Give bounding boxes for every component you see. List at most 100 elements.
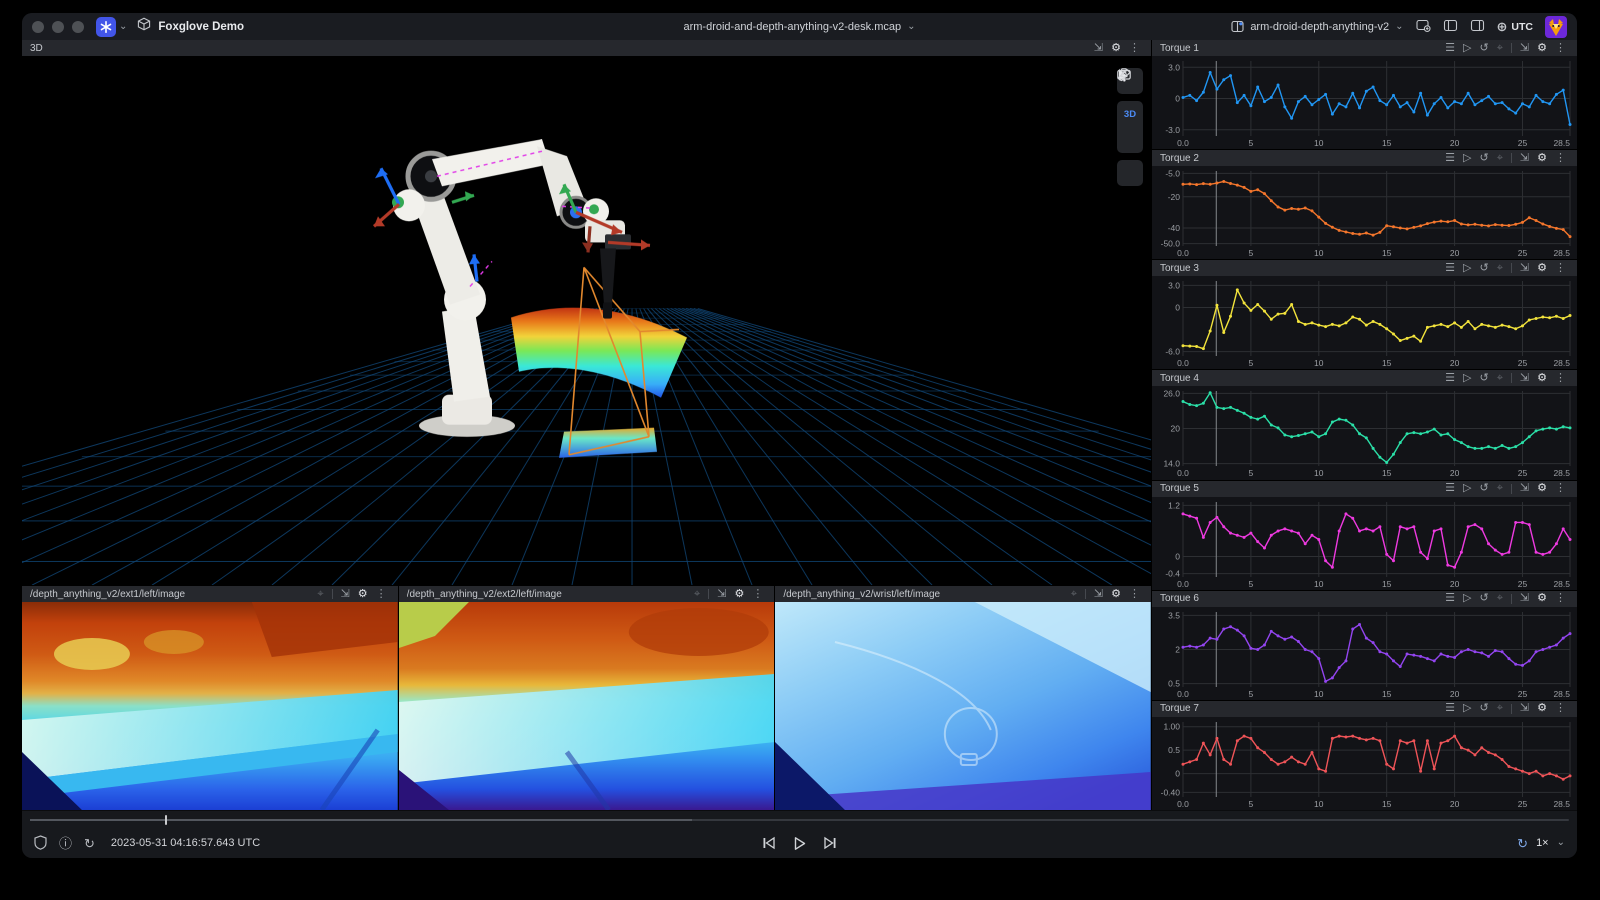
data-source-status-button[interactable]: [34, 835, 47, 852]
legend-icon[interactable]: ☰: [1442, 483, 1458, 494]
plot-canvas[interactable]: 1.20-0.40.051015202528.5: [1152, 497, 1577, 590]
user-avatar[interactable]: [1545, 16, 1567, 38]
play-icon[interactable]: ▷: [1460, 483, 1474, 494]
restore-icon[interactable]: ↺: [1476, 43, 1491, 54]
3d-mode-button[interactable]: 3D: [1117, 101, 1143, 127]
fullscreen-icon[interactable]: ⇲: [1517, 703, 1532, 714]
3d-viewport[interactable]: 3D: [22, 56, 1151, 585]
legend-icon[interactable]: ☰: [1442, 373, 1458, 384]
left-sidebar-toggle[interactable]: [1443, 19, 1458, 35]
fullscreen-icon[interactable]: ⇲: [1517, 263, 1532, 274]
fullscreen-icon[interactable]: ⇲: [1517, 593, 1532, 604]
more-icon[interactable]: ⋮: [1126, 589, 1143, 600]
plot-canvas[interactable]: -5.0-20-40-50.00.051015202528.5: [1152, 166, 1577, 259]
restore-icon[interactable]: ↺: [1476, 153, 1491, 164]
crosshair-icon[interactable]: ⌖: [1068, 589, 1080, 600]
timeline-scrubber[interactable]: [22, 810, 1577, 828]
crosshair-icon[interactable]: ⌖: [691, 589, 703, 600]
chevron-down-icon[interactable]: ⌄: [1557, 838, 1565, 848]
play-icon[interactable]: ▷: [1460, 153, 1474, 164]
crosshair-icon[interactable]: ⌖: [1494, 593, 1506, 604]
crosshair-icon[interactable]: ⌖: [314, 589, 326, 600]
more-icon[interactable]: ⋮: [1552, 593, 1569, 604]
depth-image-ext2[interactable]: [399, 602, 775, 810]
settings-icon[interactable]: ⚙: [1534, 593, 1550, 604]
right-sidebar-toggle[interactable]: [1470, 19, 1485, 35]
settings-icon[interactable]: ⚙: [731, 589, 747, 600]
more-icon[interactable]: ⋮: [1552, 703, 1569, 714]
play-icon[interactable]: ▷: [1460, 43, 1474, 54]
settings-icon[interactable]: ⚙: [1108, 589, 1124, 600]
settings-icon[interactable]: ⚙: [1534, 263, 1550, 274]
seek-forward-button[interactable]: [823, 836, 837, 850]
crosshair-icon[interactable]: ⌖: [1494, 263, 1506, 274]
fullscreen-icon[interactable]: ⇲: [1517, 43, 1532, 54]
fullscreen-icon[interactable]: ⇲: [714, 589, 729, 600]
plot-canvas[interactable]: 3.00-6.00.051015202528.5: [1152, 276, 1577, 369]
crosshair-icon[interactable]: ⌖: [1494, 703, 1506, 714]
legend-icon[interactable]: ☰: [1442, 153, 1458, 164]
repeat-button[interactable]: ↻: [84, 837, 95, 850]
data-source-name[interactable]: arm-droid-and-depth-anything-v2-desk.mca…: [683, 21, 901, 33]
crosshair-icon[interactable]: ⌖: [1494, 153, 1506, 164]
timezone-selector[interactable]: ⊕ UTC: [1497, 20, 1534, 33]
depth-image-ext1[interactable]: [22, 602, 398, 810]
seek-backward-button[interactable]: [762, 836, 776, 850]
settings-icon[interactable]: ⚙: [1534, 153, 1550, 164]
problems-info-button[interactable]: ⓘ: [59, 837, 72, 850]
restore-icon[interactable]: ↺: [1476, 373, 1491, 384]
fullscreen-icon[interactable]: ⇲: [1091, 589, 1106, 600]
play-icon[interactable]: ▷: [1460, 263, 1474, 274]
measure-tool-button[interactable]: [1117, 127, 1143, 153]
settings-icon[interactable]: ⚙: [1534, 43, 1550, 54]
plot-canvas[interactable]: 1.000.50-0.400.051015202528.5: [1152, 717, 1577, 810]
maximize-window-button[interactable]: [72, 21, 84, 33]
legend-icon[interactable]: ☰: [1442, 263, 1458, 274]
close-window-button[interactable]: [32, 21, 44, 33]
restore-icon[interactable]: ↺: [1476, 483, 1491, 494]
depth-image-wrist[interactable]: [775, 602, 1151, 810]
add-panel-button[interactable]: [1416, 19, 1431, 35]
app-menu-button[interactable]: ⌄: [96, 17, 127, 37]
plot-canvas[interactable]: 3.520.50.051015202528.5: [1152, 607, 1577, 700]
timeline-track[interactable]: [30, 819, 1569, 821]
fullscreen-icon[interactable]: ⇲: [1091, 43, 1106, 54]
settings-icon[interactable]: ⚙: [1534, 703, 1550, 714]
more-icon[interactable]: ⋮: [373, 589, 390, 600]
play-icon[interactable]: ▷: [1460, 373, 1474, 384]
fullscreen-icon[interactable]: ⇲: [1517, 373, 1532, 384]
crosshair-icon[interactable]: ⌖: [1494, 483, 1506, 494]
more-icon[interactable]: ⋮: [1552, 43, 1569, 54]
more-icon[interactable]: ⋮: [1552, 373, 1569, 384]
minimize-window-button[interactable]: [52, 21, 64, 33]
crosshair-icon[interactable]: ⌖: [1494, 373, 1506, 384]
settings-icon[interactable]: ⚙: [1534, 373, 1550, 384]
restore-icon[interactable]: ↺: [1476, 263, 1491, 274]
restore-icon[interactable]: ↺: [1476, 593, 1491, 604]
fullscreen-icon[interactable]: ⇲: [338, 589, 353, 600]
plot-canvas[interactable]: 3.00-3.00.051015202528.5: [1152, 56, 1577, 149]
more-icon[interactable]: ⋮: [1552, 483, 1569, 494]
playback-speed[interactable]: 1×: [1536, 837, 1549, 849]
play-button[interactable]: [792, 836, 807, 851]
more-icon[interactable]: ⋮: [749, 589, 766, 600]
plot-canvas[interactable]: 26.02014.00.051015202528.5: [1152, 386, 1577, 479]
legend-icon[interactable]: ☰: [1442, 593, 1458, 604]
play-icon[interactable]: ▷: [1460, 703, 1474, 714]
fullscreen-icon[interactable]: ⇲: [1517, 153, 1532, 164]
more-icon[interactable]: ⋮: [1126, 43, 1143, 54]
more-icon[interactable]: ⋮: [1552, 263, 1569, 274]
loop-playback-button[interactable]: ↻: [1517, 837, 1528, 850]
restore-icon[interactable]: ↺: [1476, 703, 1491, 714]
camera-tool-button[interactable]: [1117, 160, 1143, 186]
settings-icon[interactable]: ⚙: [1108, 43, 1124, 54]
more-icon[interactable]: ⋮: [1552, 153, 1569, 164]
fullscreen-icon[interactable]: ⇲: [1517, 483, 1532, 494]
settings-icon[interactable]: ⚙: [355, 589, 371, 600]
legend-icon[interactable]: ☰: [1442, 43, 1458, 54]
crosshair-icon[interactable]: ⌖: [1494, 43, 1506, 54]
settings-icon[interactable]: ⚙: [1534, 483, 1550, 494]
layout-selector[interactable]: arm-droid-depth-anything-v2 ⌄: [1231, 20, 1403, 33]
play-icon[interactable]: ▷: [1460, 593, 1474, 604]
legend-icon[interactable]: ☰: [1442, 703, 1458, 714]
